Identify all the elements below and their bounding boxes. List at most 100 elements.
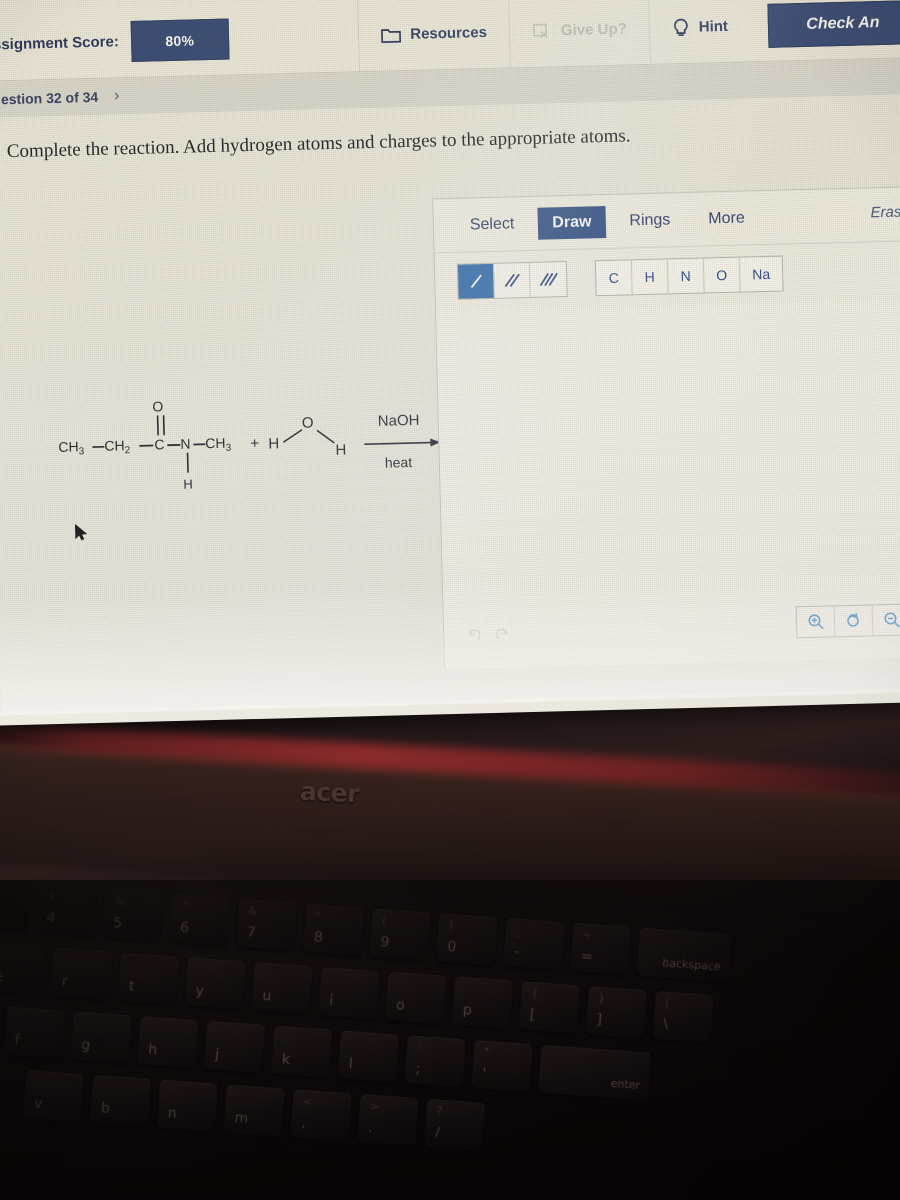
element-tool-h[interactable]: H <box>631 259 669 295</box>
key-7[interactable]: & 7 <box>235 898 298 951</box>
header-spacer <box>229 36 359 39</box>
key-legend-word: backspace <box>661 956 722 974</box>
key-/[interactable]: ? / <box>424 1098 486 1151</box>
key-h[interactable]: h <box>137 1016 199 1069</box>
key-legend: k <box>281 1051 291 1068</box>
key-enter[interactable]: enter <box>538 1044 652 1101</box>
key-b[interactable]: b <box>89 1074 152 1127</box>
key-.[interactable]: >. <box>357 1093 419 1146</box>
key-][interactable]: }] <box>585 986 647 1039</box>
key-o[interactable]: o <box>385 971 447 1024</box>
key-[[interactable]: {[ <box>518 981 580 1034</box>
key-g[interactable]: g <box>70 1011 132 1064</box>
mol-carbonyl-c: C <box>154 436 165 452</box>
triple-bond-tool[interactable] <box>530 262 567 297</box>
key-legend: 4 <box>45 910 56 927</box>
key-t[interactable]: t <box>117 952 180 1005</box>
key-4[interactable]: $4 <box>35 884 97 937</box>
key-legend: b <box>100 1100 111 1118</box>
question-prompt: Complete the reaction. Add hydrogen atom… <box>6 125 631 163</box>
key-legend: / <box>434 1124 441 1141</box>
key-legend: l <box>348 1056 354 1073</box>
key-legend-shifted: ( <box>381 914 387 928</box>
key-8[interactable]: * 8 <box>302 903 364 956</box>
key-backspace[interactable]: backspace <box>636 927 733 982</box>
element-tool-c[interactable]: C <box>595 260 633 296</box>
key-legend-shifted: " <box>483 1045 490 1060</box>
key-,[interactable]: <, <box>290 1089 352 1142</box>
erase-button[interactable]: Erase <box>870 203 900 221</box>
history-button-group <box>462 625 514 646</box>
key-i[interactable]: i <box>318 966 380 1019</box>
key-j[interactable]: j <box>204 1020 266 1073</box>
double-bond-tool[interactable] <box>493 262 531 298</box>
key-k[interactable]: k <box>270 1025 333 1078</box>
single-bond-tool[interactable] <box>457 263 495 299</box>
key-\[interactable]: | \ <box>652 990 714 1043</box>
key-legend-shifted: } <box>597 991 606 1006</box>
mol-ch2: CH2 <box>104 437 131 457</box>
mol-amide-n: N <box>180 436 191 452</box>
reaction-scheme-drawing: CH3 CH2 C O N H CH3 + H O H NaOH heat <box>53 386 456 516</box>
key-9[interactable]: (9 <box>369 908 431 961</box>
key-legend: f <box>14 1032 21 1049</box>
key-0[interactable]: ) 0 <box>436 913 498 966</box>
key-legend: ' <box>481 1065 487 1082</box>
element-tool-o[interactable]: O <box>703 257 741 293</box>
key-u[interactable]: u <box>251 962 313 1015</box>
key-legend: \ <box>662 1016 669 1033</box>
zoom-out-icon[interactable] <box>873 604 900 635</box>
key-f[interactable]: f <box>3 1006 65 1059</box>
key-e[interactable]: e <box>0 942 46 995</box>
zoom-in-icon[interactable] <box>796 606 836 638</box>
key-legend: - <box>513 943 520 960</box>
resources-button[interactable]: Resources <box>357 0 510 72</box>
key-legend: u <box>261 987 272 1005</box>
zoom-reset-icon[interactable] <box>834 605 874 637</box>
key-p[interactable]: p <box>451 976 514 1029</box>
key-legend-shifted: % <box>114 894 126 909</box>
element-tool-na[interactable]: Na <box>740 257 783 292</box>
key--[interactable]: _ - <box>503 917 565 970</box>
key-6[interactable]: ^ 6 <box>169 894 231 947</box>
key-=[interactable]: + = <box>570 922 632 975</box>
hint-label: Hint <box>698 17 729 36</box>
key-legend: t <box>128 978 135 995</box>
editor-tab-more[interactable]: More <box>694 202 759 236</box>
assignment-score-label: Assignment Score: <box>0 33 120 54</box>
element-tool-n[interactable]: N <box>667 258 705 294</box>
key-legend-shifted: ) <box>448 918 454 933</box>
key-5[interactable]: % 5 <box>102 889 164 942</box>
editor-tab-rings[interactable]: Rings <box>615 204 685 238</box>
hint-button[interactable]: Hint <box>647 0 751 65</box>
key-y[interactable]: y <box>184 957 246 1010</box>
redo-icon[interactable] <box>492 625 514 646</box>
undo-icon[interactable] <box>462 626 484 647</box>
mol-n-methyl: CH3 <box>205 435 232 455</box>
mol-n-h: H <box>183 477 193 492</box>
key-3[interactable]: #3 <box>0 879 30 932</box>
key-;[interactable]: :; <box>404 1035 466 1088</box>
key-legend: 6 <box>179 919 190 937</box>
key-legend: ; <box>415 1060 421 1078</box>
key-legend: o <box>395 997 406 1014</box>
key-legend: j <box>214 1046 220 1063</box>
question-content-area: Complete the reaction. Add hydrogen atom… <box>0 94 900 712</box>
key-legend: y <box>195 982 205 1000</box>
next-question-arrow-icon[interactable]: › <box>114 87 120 105</box>
key-l[interactable]: l <box>337 1030 400 1083</box>
resources-label: Resources <box>410 23 488 43</box>
key-legend: 0 <box>446 938 457 956</box>
key-legend: m <box>234 1110 249 1127</box>
key-legend: g <box>80 1036 91 1054</box>
key-v[interactable]: v <box>23 1070 85 1123</box>
editor-tab-select[interactable]: Select <box>455 207 528 241</box>
key-r[interactable]: r <box>50 947 113 1000</box>
editor-tab-draw[interactable]: Draw <box>537 205 606 240</box>
molecule-drawing-canvas[interactable] <box>436 298 900 670</box>
key-n[interactable]: n <box>156 1079 219 1132</box>
key-legend-shifted: * <box>314 909 322 923</box>
key-'[interactable]: " ' <box>471 1039 533 1093</box>
key-m[interactable]: m <box>223 1084 285 1137</box>
check-answer-button[interactable]: Check An <box>767 0 900 48</box>
